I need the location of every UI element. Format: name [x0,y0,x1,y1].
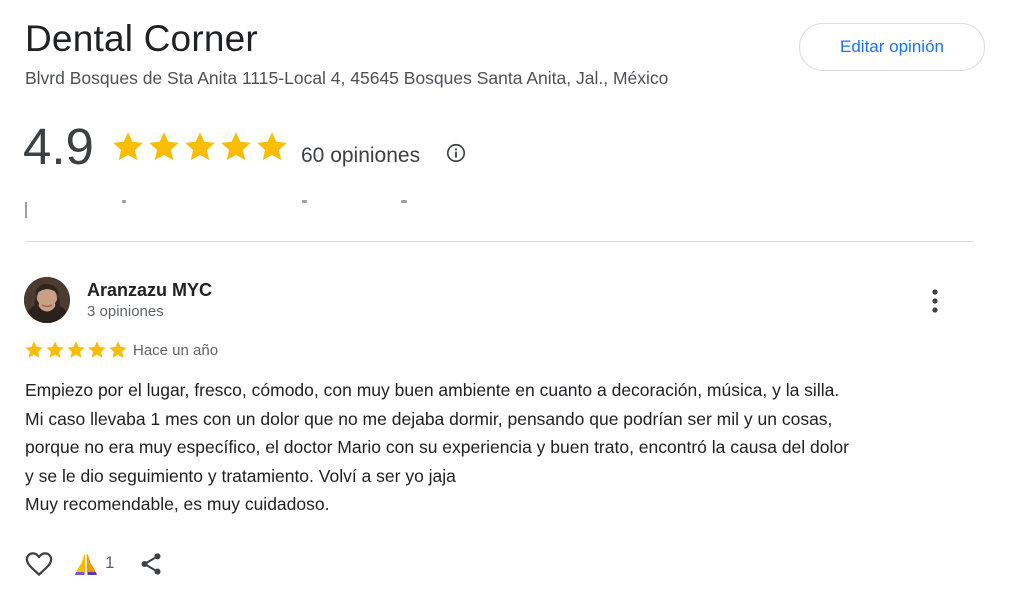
review-text-line: Muy recomendable, es muy cuidadoso. [25,494,330,515]
thanks-hands-icon[interactable] [72,551,100,577]
review-stars [24,340,128,360]
rating-stars [111,130,289,164]
place-title: Dental Corner [25,18,258,59]
star-icon [67,341,85,358]
star-icon [25,341,43,358]
star-icon [88,341,106,358]
review-author[interactable]: Aranzazu MYC [87,280,212,301]
clipped-content-fragment [302,200,307,203]
edit-review-button[interactable]: Editar opinión [799,23,985,71]
rating-value: 4.9 [23,118,94,175]
star-icon [221,132,251,161]
reaction-count: 1 [105,553,115,572]
review-text-line: Mi caso llevaba 1 mes con un dolor que n… [25,408,833,429]
heart-outline-icon[interactable] [24,549,54,579]
place-address: Blvrd Bosques de Sta Anita 1115-Local 4,… [25,68,669,88]
review-count[interactable]: 60 opiniones [301,144,420,168]
star-icon [257,132,287,161]
more-vert-icon[interactable] [922,285,948,317]
review-text: Empiezo por el lugar, fresco, cómodo, co… [25,376,985,519]
review-text-line: y se le dio seguimiento y tratamiento. V… [25,465,456,486]
star-icon [109,341,127,358]
clipped-content-fragment [122,200,126,203]
section-divider [25,241,974,242]
review-text-line: Empiezo por el lugar, fresco, cómodo, co… [25,380,840,400]
star-icon [46,341,64,358]
avatar[interactable] [24,277,70,323]
review-time: Hace un año [133,342,219,359]
share-icon[interactable] [138,551,164,577]
author-review-count: 3 opiniones [87,303,164,320]
info-icon[interactable] [445,142,467,164]
star-icon [149,132,179,161]
review-text-line: porque no era muy específico, el doctor … [25,437,849,458]
clipped-content-fragment [25,202,27,218]
star-icon [185,132,215,161]
star-icon [113,132,143,161]
clipped-content-fragment [401,200,407,203]
